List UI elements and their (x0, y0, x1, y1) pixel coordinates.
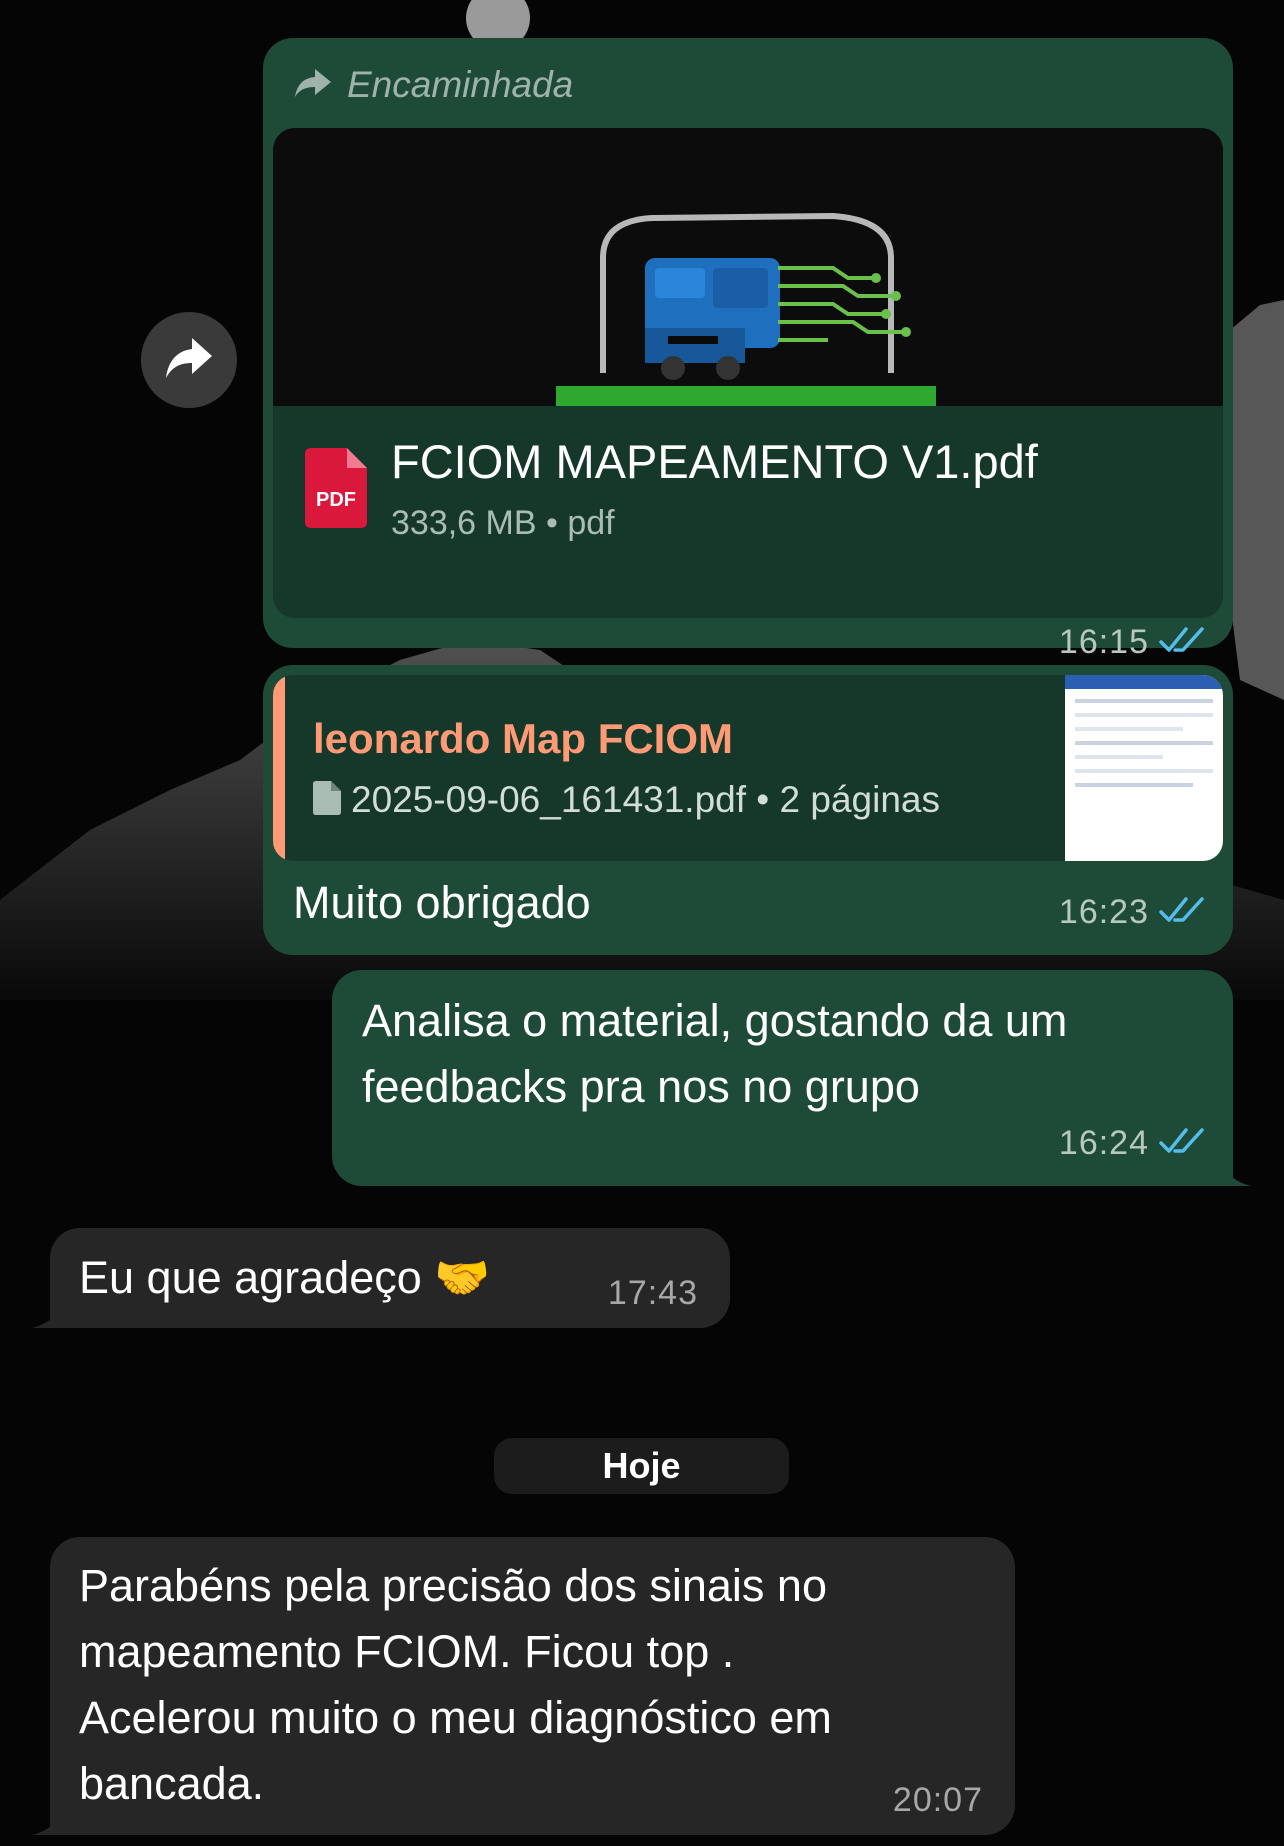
message-outgoing-text[interactable]: Analisa o material, gostando da um feedb… (332, 970, 1251, 1186)
message-text: Muito obrigado (293, 877, 591, 928)
document-meta: 333,6 MB • pdf (391, 504, 615, 542)
bubble-tail (32, 1298, 62, 1328)
message-text: Eu que agradeço 🤝 (79, 1252, 491, 1303)
message-status: 16:15 (1059, 623, 1205, 662)
quote-thumbnail (1065, 675, 1223, 861)
forward-arrow-icon (293, 67, 333, 104)
bubble-tail (32, 1805, 62, 1835)
message-quoted-reply[interactable]: leonardo Map FCIOM 2025-09-06_161431.pdf… (263, 665, 1233, 955)
message-time: 16:15 (1058, 623, 1149, 661)
forward-button[interactable] (141, 312, 237, 408)
message-time: 20:07 (892, 1781, 983, 1819)
message-text: Parabéns pela precisão dos sinais no map… (79, 1560, 832, 1809)
message-incoming-text[interactable]: Eu que agradeço 🤝 17:43 (32, 1228, 730, 1328)
quoted-message[interactable]: leonardo Map FCIOM 2025-09-06_161431.pdf… (273, 675, 1223, 861)
message-time: 16:23 (1058, 893, 1149, 931)
double-check-icon (1159, 1126, 1205, 1161)
message-incoming-long-text[interactable]: Parabéns pela precisão dos sinais no map… (32, 1537, 1015, 1835)
message-status: 16:24 (1059, 1124, 1205, 1163)
document-preview-image (273, 128, 1223, 406)
message-text: Analisa o material, gostando da um feedb… (362, 995, 1068, 1112)
quote-file: 2025-09-06_161431.pdf • 2 páginas (313, 779, 940, 821)
file-icon (313, 780, 341, 820)
message-status: 16:23 (1059, 893, 1205, 932)
forwarded-label: Encaminhada (293, 60, 573, 110)
double-check-icon (1159, 895, 1205, 930)
message-time: 17:43 (607, 1274, 698, 1312)
double-check-icon (1159, 625, 1205, 660)
bubble-tail (1221, 1156, 1251, 1186)
date-separator: Hoje (494, 1438, 789, 1494)
document-card[interactable]: PDF FCIOM MAPEAMENTO V1.pdf 333,6 MB • p… (273, 128, 1223, 618)
pdf-icon: PDF (305, 448, 367, 528)
forward-icon (164, 336, 214, 385)
quote-author: leonardo Map FCIOM (313, 715, 733, 762)
quote-accent-bar (273, 675, 285, 861)
message-time: 16:24 (1058, 1124, 1149, 1162)
document-filename: FCIOM MAPEAMENTO V1.pdf (391, 435, 1038, 488)
message-forwarded-document[interactable]: Encaminhada PDF FCIOM MAPEAMENTO V1.pdf … (263, 38, 1233, 661)
document-info: PDF FCIOM MAPEAMENTO V1.pdf 333,6 MB • p… (273, 406, 1223, 618)
svg-text:PDF: PDF (316, 489, 356, 511)
